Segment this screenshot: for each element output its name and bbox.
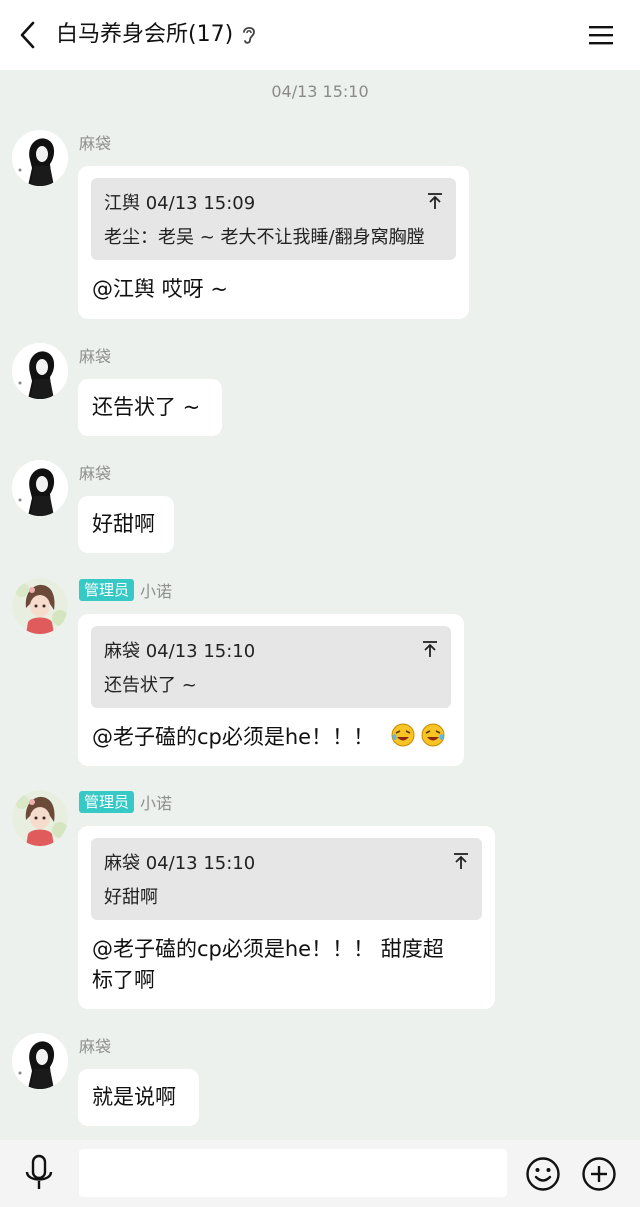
message-text: @江舆 哎呀 ~ — [92, 277, 228, 301]
jump-to-original-icon[interactable] — [426, 192, 444, 210]
chat-area[interactable]: 04/13 15:10 麻袋 江舆 04/13 15:09 老尘：老吴 ~ 老大… — [0, 70, 640, 1140]
sender-name-row: 麻袋 — [79, 343, 111, 367]
avatar[interactable] — [12, 130, 68, 186]
hamburger-menu-icon[interactable] — [584, 18, 618, 52]
quoted-message[interactable]: 麻袋 04/13 15:10 好甜啊 — [91, 838, 482, 920]
message-bubble[interactable]: 麻袋 04/13 15:10 还告状了 ~ @老子磕的cp必须是he！！！ — [78, 614, 464, 766]
smiley-icon[interactable] — [525, 1156, 561, 1192]
quote-meta: 江舆 04/13 15:09 — [104, 193, 256, 214]
admin-badge: 管理员 — [79, 579, 135, 601]
quoted-message[interactable]: 麻袋 04/13 15:10 还告状了 ~ — [91, 626, 451, 708]
chat-timestamp: 04/13 15:10 — [271, 82, 369, 101]
plus-circle-icon[interactable] — [581, 1156, 617, 1192]
microphone-icon[interactable] — [22, 1154, 56, 1192]
sender-name: 麻袋 — [79, 347, 112, 366]
message-input[interactable] — [79, 1149, 507, 1197]
quote-meta: 麻袋 04/13 15:10 — [104, 853, 256, 874]
message-text: @老子磕的cp必须是he！！！ — [92, 725, 375, 749]
message-text-line: 标了啊 — [92, 968, 155, 992]
avatar[interactable] — [12, 1033, 68, 1089]
quote-text: 好甜啊 — [104, 887, 158, 908]
chat-title-row: 白马养身会所(17) — [56, 18, 257, 52]
message-text: 就是说啊 — [92, 1085, 176, 1109]
message-text: 好甜啊 — [92, 512, 155, 536]
quote-text: 老尘：老吴 ~ 老大不让我睡/翻身窝胸膛 — [104, 227, 425, 248]
sender-name: 小诺 — [140, 582, 173, 601]
avatar[interactable] — [12, 790, 68, 846]
message-bubble[interactable]: 还告状了 ~ — [78, 379, 222, 436]
message-bubble[interactable]: 江舆 04/13 15:09 老尘：老吴 ~ 老大不让我睡/翻身窝胸膛 @江舆 … — [78, 166, 469, 319]
sender-name-row: 管理员 小诺 — [79, 790, 172, 814]
message-text: 还告状了 ~ — [92, 395, 201, 419]
quote-meta: 麻袋 04/13 15:10 — [104, 641, 256, 662]
chevron-left-icon[interactable] — [10, 15, 46, 55]
quote-text: 还告状了 ~ — [104, 675, 197, 696]
message-text-row: @老子磕的cp必须是he！！！ — [92, 722, 445, 753]
sender-name: 麻袋 — [79, 464, 112, 483]
avatar[interactable] — [12, 578, 68, 634]
jump-to-original-icon[interactable] — [421, 640, 439, 658]
message-bubble[interactable]: 麻袋 04/13 15:10 好甜啊 @老子磕的cp必须是he！！！ 甜度超 标… — [78, 826, 495, 1009]
sender-name: 小诺 — [140, 794, 173, 813]
message-text-line: @老子磕的cp必须是he！！！ 甜度超 — [92, 937, 444, 961]
jump-to-original-icon[interactable] — [452, 852, 470, 870]
sender-name: 麻袋 — [79, 134, 112, 153]
sender-name-row: 管理员 小诺 — [79, 578, 172, 602]
input-bar — [0, 1140, 640, 1207]
top-bar: 白马养身会所(17) — [0, 0, 640, 70]
ear-icon — [241, 24, 257, 46]
avatar[interactable] — [12, 460, 68, 516]
sender-name-row: 麻袋 — [79, 460, 111, 484]
laughing-tears-emoji — [391, 723, 446, 749]
quoted-message[interactable]: 江舆 04/13 15:09 老尘：老吴 ~ 老大不让我睡/翻身窝胸膛 — [91, 178, 456, 260]
sender-name: 麻袋 — [79, 1037, 112, 1056]
avatar[interactable] — [12, 343, 68, 399]
message-bubble[interactable]: 好甜啊 — [78, 496, 174, 553]
sender-name-row: 麻袋 — [79, 1033, 111, 1057]
admin-badge: 管理员 — [79, 791, 135, 813]
message-bubble[interactable]: 就是说啊 — [78, 1069, 199, 1126]
chat-title: 白马养身会所(17) — [56, 22, 234, 47]
sender-name-row: 麻袋 — [79, 130, 111, 154]
